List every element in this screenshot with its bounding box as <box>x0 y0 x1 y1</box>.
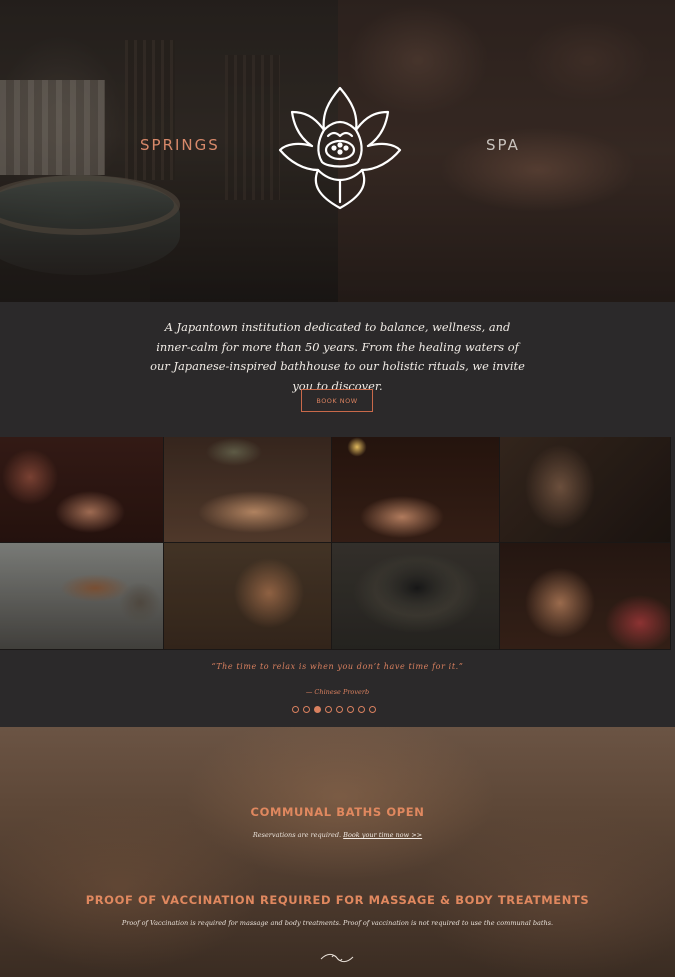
gallery-image-massage-room[interactable] <box>0 437 164 543</box>
reservations-note: Reservations are required. <box>252 831 344 839</box>
baths-open-text: Reservations are required. Book your tim… <box>0 831 675 839</box>
carousel-dot[interactable] <box>303 706 310 713</box>
photo-gallery <box>0 437 671 650</box>
carousel-dot-active[interactable] <box>314 706 321 713</box>
carousel-dot[interactable] <box>336 706 343 713</box>
intro-text: A Japantown institution dedicated to bal… <box>150 320 525 393</box>
intro-section: A Japantown institution dedicated to bal… <box>0 302 675 437</box>
carousel-dot[interactable] <box>325 706 332 713</box>
quote-text: “The time to relax is when you don’t hav… <box>211 662 464 671</box>
carousel-dots <box>292 706 376 713</box>
spa-label[interactable]: SPA <box>486 136 520 154</box>
carousel-dot[interactable] <box>369 706 376 713</box>
gallery-image-bath-lounge[interactable] <box>0 543 164 650</box>
lotus-icon <box>278 86 402 210</box>
carousel-dot[interactable] <box>347 706 354 713</box>
image-shade <box>0 543 163 649</box>
quote-carousel: “The time to relax is when you don’t hav… <box>0 650 675 727</box>
image-shade <box>500 543 670 649</box>
vaccination-heading: PROOF OF VACCINATION REQUIRED FOR MASSAG… <box>85 893 590 907</box>
image-shade <box>0 437 163 542</box>
hero: SPRINGS SPA <box>0 0 675 302</box>
gallery-image-flower-stone-basin[interactable] <box>332 543 500 650</box>
image-shade <box>500 437 670 542</box>
image-shade <box>164 437 331 542</box>
image-shade <box>332 543 499 649</box>
quote-author: — Chinese Proverb <box>305 688 370 696</box>
carousel-dot[interactable] <box>358 706 365 713</box>
flourish-ornament-icon <box>320 953 354 963</box>
gallery-image-facial-massage[interactable] <box>332 437 500 543</box>
vaccination-text: Proof of Vaccination is required for mas… <box>121 919 554 927</box>
image-shade <box>164 543 331 649</box>
gallery-image-relaxation-bench[interactable] <box>164 543 332 650</box>
book-time-link[interactable]: Book your time now >> <box>343 831 422 839</box>
gallery-image-steam-bath[interactable] <box>500 437 671 543</box>
book-now-button[interactable]: BOOK NOW <box>301 389 373 412</box>
notices-section: COMMUNAL BATHS OPEN Reservations are req… <box>0 727 675 977</box>
baths-open-heading: COMMUNAL BATHS OPEN <box>250 805 425 819</box>
gallery-image-back-treatment[interactable] <box>500 543 671 650</box>
carousel-dot[interactable] <box>292 706 299 713</box>
springs-label[interactable]: SPRINGS <box>140 136 220 154</box>
image-shade <box>332 437 499 542</box>
gallery-image-herbal-compress[interactable] <box>164 437 332 543</box>
